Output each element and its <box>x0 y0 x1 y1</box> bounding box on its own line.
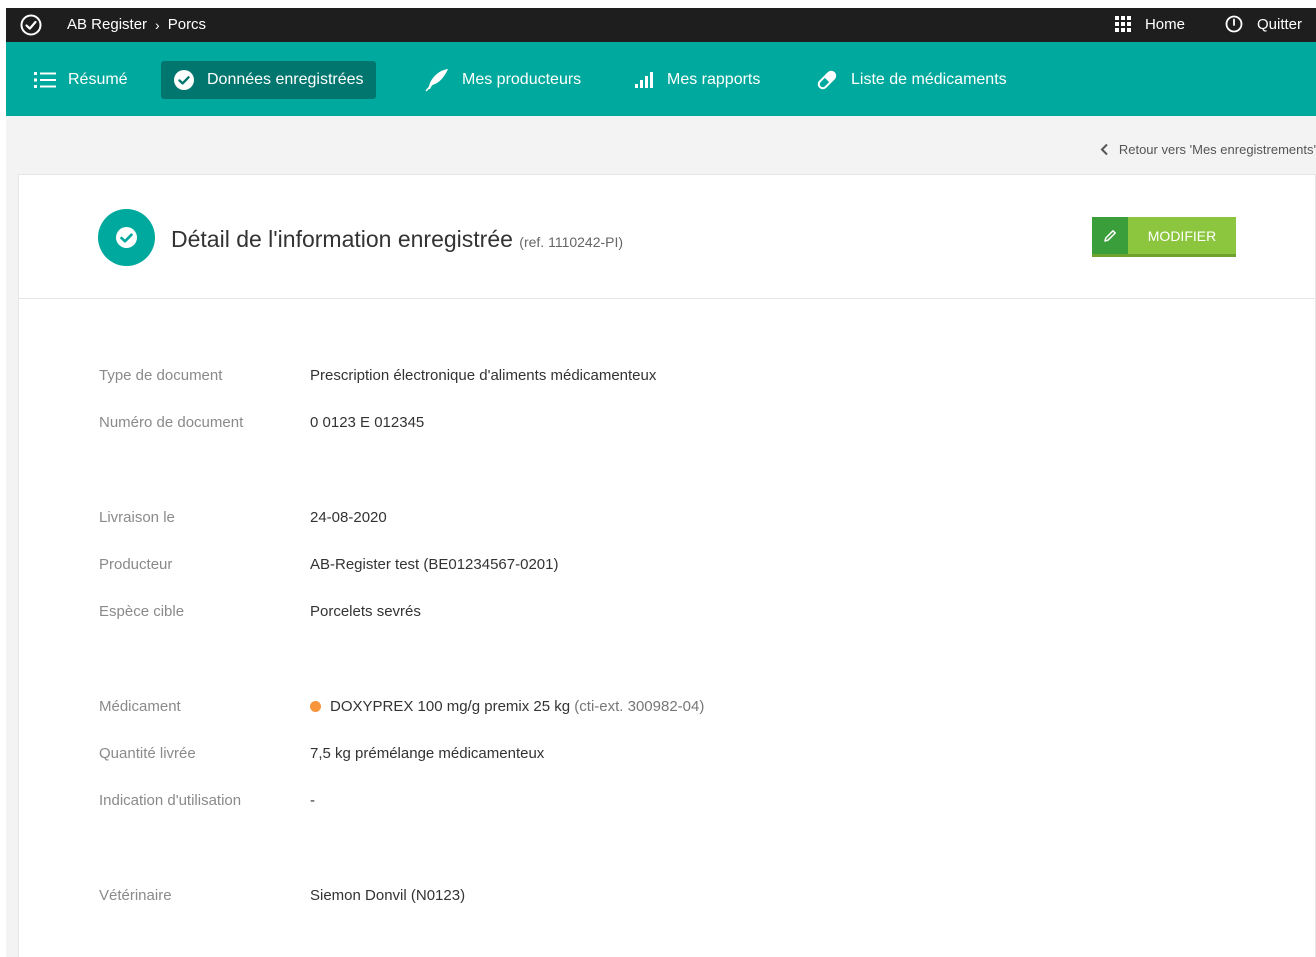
field-label: Numéro de document <box>99 414 244 431</box>
quit-label: Quitter <box>1256 15 1302 33</box>
field-label: Médicament <box>99 698 181 715</box>
field-label: Espèce cible <box>99 603 185 620</box>
pill-icon <box>817 70 837 90</box>
tab-liste-medicaments-label: Liste de médicaments <box>851 71 1007 88</box>
field-value: Porcelets sevrés <box>310 603 421 620</box>
tab-mes-producteurs-label: Mes producteurs <box>462 71 582 88</box>
field-label: Vétérinaire <box>99 887 172 904</box>
bar-chart-icon <box>635 72 653 88</box>
field-value: Siemon Donvil (N0123) <box>310 887 466 904</box>
list-icon <box>34 72 56 88</box>
field-value: 7,5 kg prémélange médicamenteux <box>310 745 545 762</box>
field-value: Prescription électronique d'aliments méd… <box>310 367 657 384</box>
field-value: 24-08-2020 <box>310 509 387 526</box>
detail-check-icon <box>98 209 155 266</box>
field-label: Livraison le <box>99 509 175 526</box>
top-bar: AB Register › Porcs Home Quitter <box>6 8 1316 42</box>
breadcrumb: AB Register › Porcs <box>67 16 206 33</box>
tab-mes-rapports[interactable]: Mes rapports <box>621 61 772 99</box>
field-value: - <box>310 792 315 809</box>
app-frame: AB Register › Porcs Home Quitter Résumé … <box>6 8 1316 957</box>
check-circle-logo-icon[interactable] <box>20 14 42 36</box>
home-link[interactable]: Home <box>1114 15 1185 33</box>
tab-donnees-label: Données enregistrées <box>207 71 364 88</box>
field-label: Indication d'utilisation <box>99 792 242 809</box>
breadcrumb-separator: › <box>155 16 160 33</box>
detail-card: Détail de l'information enregistrée (ref… <box>18 174 1316 957</box>
tab-mes-rapports-label: Mes rapports <box>667 71 761 88</box>
field-value: 0 0123 E 012345 <box>310 414 425 431</box>
breadcrumb-section[interactable]: Porcs <box>168 16 206 33</box>
tab-liste-medicaments[interactable]: Liste de médicaments <box>803 61 1019 99</box>
medication-name: DOXYPREX 100 mg/g premix 25 kg <box>330 698 571 715</box>
page-title-ref: (ref. 1110242-PI) <box>519 234 624 250</box>
check-circle-icon <box>174 70 194 90</box>
field-value: AB-Register test (BE01234567-0201) <box>310 556 559 573</box>
status-dot-icon <box>310 701 321 712</box>
chevron-left-icon <box>1100 143 1108 156</box>
quit-link[interactable]: Quitter <box>1225 15 1302 33</box>
power-icon <box>1225 15 1243 33</box>
tab-donnees-enregistrees[interactable]: Données enregistrées <box>161 61 376 99</box>
back-link-label: Retour vers 'Mes enregistrements' <box>1118 142 1316 157</box>
back-link[interactable]: Retour vers 'Mes enregistrements' <box>1100 142 1316 157</box>
tab-resume-label: Résumé <box>68 71 128 88</box>
modify-button[interactable]: MODIFIER <box>1092 217 1236 257</box>
field-label: Type de document <box>99 367 223 384</box>
tab-resume[interactable]: Résumé <box>22 61 140 99</box>
field-value: DOXYPREX 100 mg/g premix 25 kg (cti-ext.… <box>310 698 704 715</box>
page-title: Détail de l'information enregistrée (ref… <box>171 226 623 253</box>
modify-button-label: MODIFIER <box>1147 227 1217 244</box>
detail-header: Détail de l'information enregistrée (ref… <box>19 175 1315 299</box>
page-title-text: Détail de l'information enregistrée <box>171 226 513 252</box>
main-nav: Résumé Données enregistrées Mes producte… <box>6 42 1316 116</box>
field-label: Quantité livrée <box>99 745 196 762</box>
field-label: Producteur <box>99 556 173 573</box>
feather-icon <box>425 69 448 92</box>
medication-cti: (cti-ext. 300982-04) <box>574 698 705 715</box>
home-label: Home <box>1144 15 1185 33</box>
pencil-icon <box>1092 217 1128 254</box>
grid-icon <box>1114 16 1131 32</box>
breadcrumb-app-name[interactable]: AB Register <box>67 16 147 33</box>
tab-mes-producteurs[interactable]: Mes producteurs <box>412 61 593 99</box>
